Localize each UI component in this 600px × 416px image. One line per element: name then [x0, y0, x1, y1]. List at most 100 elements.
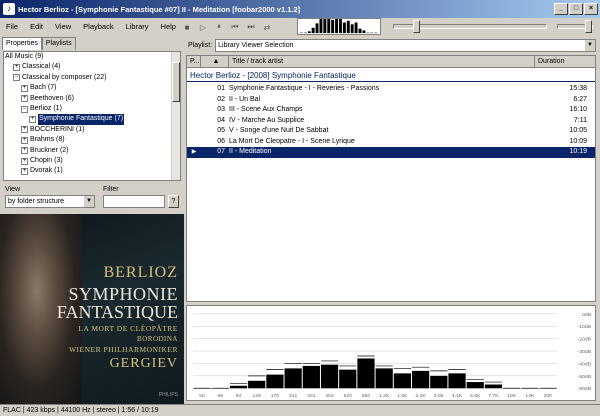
spectrum-freq-label: 1.2K — [379, 393, 390, 399]
spectrum-bar — [466, 382, 484, 389]
stop-icon[interactable]: ■ — [180, 20, 194, 34]
title-bar: ♪ Hector Berlioz - [Symphonie Fantastiqu… — [0, 0, 600, 18]
tree-item[interactable]: + Beethoven (6) — [4, 94, 180, 104]
mini-spectrum-bar — [362, 30, 366, 34]
random-icon[interactable]: ⇄ — [260, 20, 274, 34]
track-row[interactable]: 04 IV - Marche Au Supplice 7:11 — [187, 116, 595, 127]
spectrum-bar — [229, 385, 248, 389]
tree-scroll-thumb[interactable] — [172, 62, 180, 102]
menu-edit[interactable]: Edit — [24, 18, 49, 36]
playlist-group-header: Hector Berlioz - [2008] Symphonie Fantas… — [187, 69, 595, 82]
spectrum-freq-label: 5.6K — [470, 393, 481, 399]
close-button[interactable]: × — [584, 3, 598, 15]
expand-icon[interactable]: + — [21, 84, 28, 92]
tree-item-label: Bruckner (2) — [30, 146, 69, 154]
cover-conductor: GERGIEV — [109, 356, 178, 371]
expand-icon[interactable]: + — [21, 147, 28, 155]
filter-input[interactable] — [103, 195, 165, 208]
expand-icon[interactable]: + — [21, 95, 28, 103]
spectrum-freq-label: 10K — [507, 393, 517, 399]
library-pane: Properties Playlists All Music (9) + Class… — [0, 37, 184, 213]
menu-view[interactable]: View — [49, 18, 77, 36]
spectrum-bar — [411, 370, 430, 389]
track-play-cell — [187, 95, 201, 106]
mini-spectrum-bar — [327, 19, 331, 34]
spectrum-freq-label: 2.2K — [416, 393, 427, 399]
track-title: Symphonie Fantastique - I - Reveries - P… — [229, 85, 380, 92]
play-icon[interactable]: ▷ — [196, 20, 210, 34]
menu-library[interactable]: Library — [120, 18, 155, 36]
track-play-cell — [187, 116, 201, 127]
expand-icon[interactable]: + — [21, 167, 28, 175]
track-row[interactable]: ▶ 07 II - Meditation 10:19 — [187, 147, 595, 158]
tree-item[interactable]: + Symphonie Fantastique (7) — [4, 114, 180, 125]
maximize-button[interactable]: □ — [569, 3, 583, 15]
column-title[interactable]: Title / track artist — [229, 56, 535, 67]
menu-playback[interactable]: Playback — [77, 18, 119, 36]
mini-spectrum-bar — [339, 19, 342, 34]
mini-spectrum-bar — [331, 19, 335, 34]
menu-file[interactable]: File — [0, 18, 24, 36]
track-row[interactable]: 01 Symphonie Fantastique - I - Reveries -… — [187, 84, 595, 95]
tree-item[interactable]: + Dvorak (1) — [4, 166, 180, 176]
view-dropdown[interactable]: by folder structure ▼ — [5, 195, 95, 208]
expand-icon[interactable]: + — [29, 116, 36, 124]
tree-item[interactable]: − Classical by composer (22) — [4, 73, 180, 83]
mini-spectrum-bar — [319, 19, 323, 34]
seek-bar[interactable] — [393, 20, 547, 33]
column-duration[interactable]: Duration — [535, 56, 591, 67]
next-icon[interactable]: ⏭ — [244, 20, 258, 34]
volume-slider[interactable] — [557, 20, 593, 33]
pause-icon[interactable]: ⏸ — [212, 20, 226, 34]
volume-thumb[interactable] — [585, 20, 592, 33]
spectrum-freq-label: 1.6K — [397, 393, 408, 399]
tab-properties[interactable]: Properties — [2, 37, 42, 50]
mini-spectrum-bar — [307, 31, 311, 34]
minimize-button[interactable]: _ — [554, 3, 568, 15]
tree-item[interactable]: + Bruckner (2) — [4, 146, 180, 156]
expand-icon[interactable]: + — [21, 157, 28, 165]
menu-help[interactable]: Help — [155, 18, 182, 36]
tree-item-label: Berlioz (1) — [30, 104, 62, 112]
tab-playlists[interactable]: Playlists — [41, 37, 76, 50]
mini-spectrum-bar — [346, 20, 350, 34]
tree-item[interactable]: + Chopin (3) — [4, 156, 180, 166]
tree-item-label: Dvorak (1) — [30, 167, 63, 175]
playlist-dropdown[interactable]: Library Viewer Selection ▼ — [215, 38, 596, 52]
track-duration: 10:05 — [569, 127, 587, 134]
playlist-dropdown-value: Library Viewer Selection — [218, 41, 294, 49]
spectrum-bar — [357, 358, 375, 389]
tree-item[interactable]: − Berlioz (1) — [4, 104, 180, 114]
track-row[interactable]: 06 La Mort De Cleopatre - I - Scene Lyriq… — [187, 137, 595, 148]
spectrum-freq-label: 3.0K — [434, 393, 445, 399]
track-row[interactable]: 02 II - Un Bal 6:27 — [187, 95, 595, 106]
tree-item[interactable]: + BOCCHERINI (1) — [4, 125, 180, 135]
expand-icon[interactable]: + — [21, 136, 28, 144]
tree-item[interactable]: + Brahms (8) — [4, 135, 180, 145]
window-title: Hector Berlioz - [Symphonie Fantastique … — [18, 4, 301, 14]
mini-spectrum-bar — [350, 24, 354, 34]
column-sort[interactable]: ▲ — [201, 56, 229, 67]
track-row[interactable]: 05 V - Songe d'une Nuit De Sabbat 10:05 — [187, 126, 595, 137]
tree-scrollbar[interactable] — [171, 52, 180, 180]
tree-item[interactable]: All Music (9) — [4, 52, 180, 62]
expand-icon[interactable]: + — [13, 64, 20, 72]
expand-icon[interactable]: + — [21, 126, 28, 134]
track-number: 01 — [217, 85, 225, 92]
spectrum-bar — [448, 373, 466, 389]
foobar-icon: ♪ — [3, 3, 15, 15]
filter-help-button[interactable]: ? — [168, 195, 179, 208]
mini-spectrum-bar — [342, 22, 346, 34]
tree-item[interactable]: + Classical (4) — [4, 62, 180, 72]
collapse-icon[interactable]: − — [21, 105, 28, 113]
chevron-down-icon[interactable]: ▼ — [84, 196, 94, 207]
spectrum-freq-label: 176 — [271, 393, 280, 399]
collapse-icon[interactable]: − — [13, 74, 20, 82]
previous-icon[interactable]: ⏮ — [228, 20, 242, 34]
chevron-down-icon[interactable]: ▼ — [585, 39, 595, 51]
spectrum-freq-label: 241 — [289, 393, 298, 399]
seek-thumb[interactable] — [412, 20, 420, 33]
track-row[interactable]: 03 III - Scene Aux Champs 16:10 — [187, 105, 595, 116]
tree-item[interactable]: + Bach (7) — [4, 83, 180, 93]
column-playing[interactable]: P... — [187, 56, 201, 67]
